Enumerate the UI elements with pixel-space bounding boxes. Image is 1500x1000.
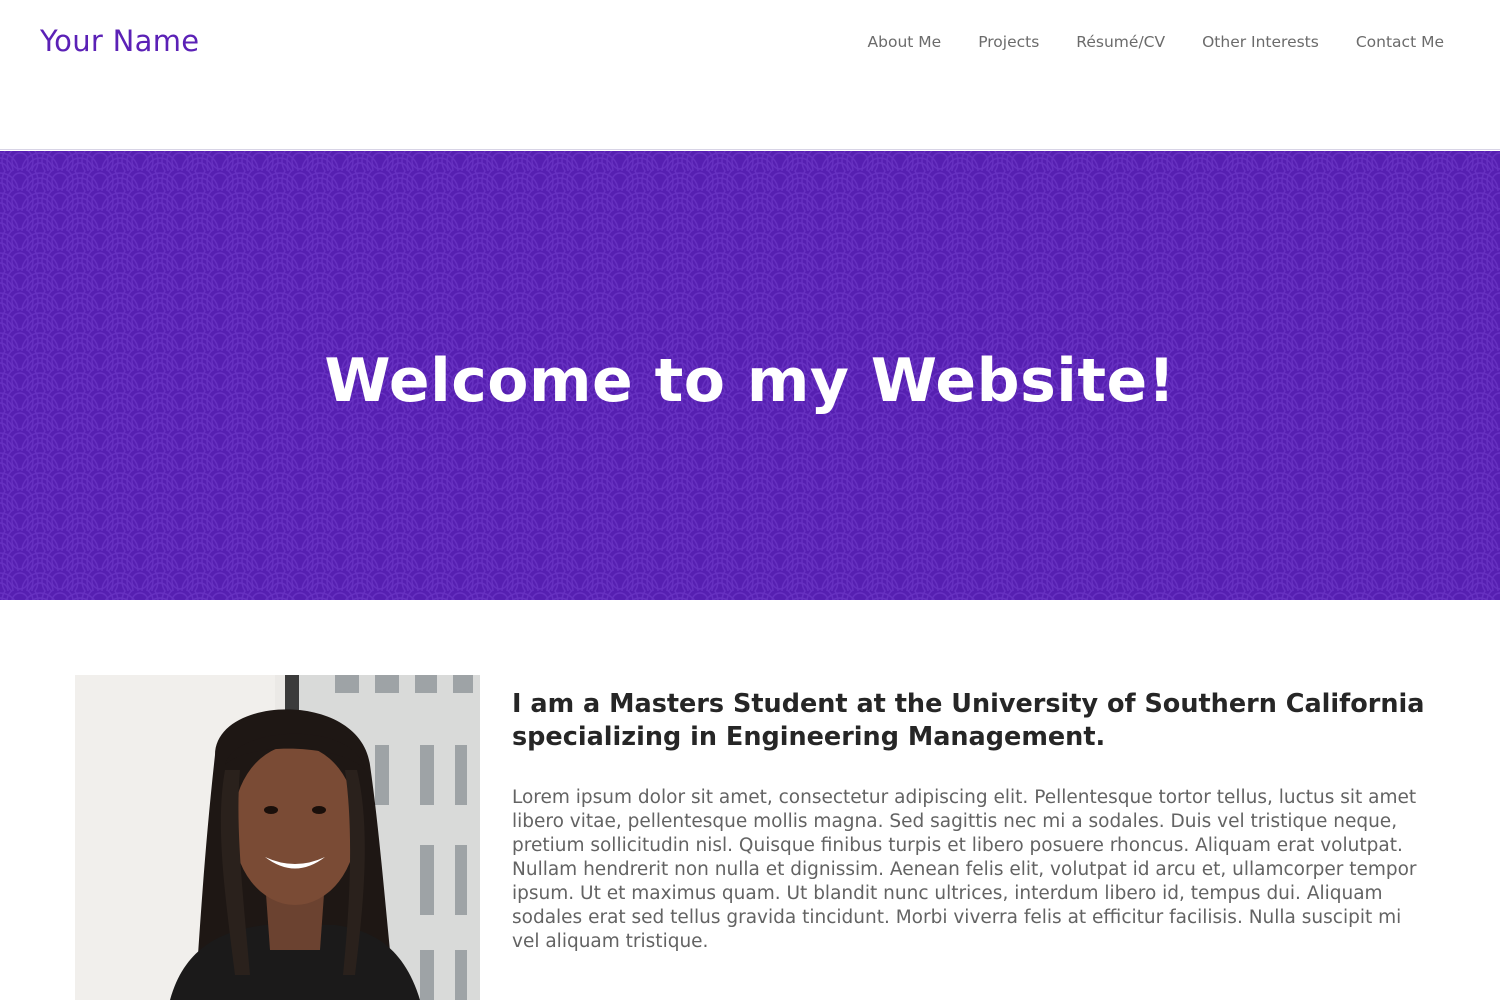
- nav-projects[interactable]: Projects: [978, 33, 1039, 51]
- site-header: Your Name About Me Projects Résumé/CV Ot…: [0, 0, 1500, 150]
- hero-banner: Welcome to my Website!: [0, 151, 1500, 600]
- about-heading: I am a Masters Student at the University…: [512, 689, 1425, 752]
- nav-contact-me[interactable]: Contact Me: [1356, 33, 1444, 51]
- nav-other-interests[interactable]: Other Interests: [1202, 33, 1319, 51]
- profile-photo: [75, 675, 480, 1000]
- hero-title: Welcome to my Website!: [324, 346, 1176, 417]
- brand-logo-link[interactable]: Your Name: [40, 24, 199, 58]
- nav-about-me[interactable]: About Me: [868, 33, 942, 51]
- nav-resume-cv[interactable]: Résumé/CV: [1076, 33, 1165, 51]
- main-nav: About Me Projects Résumé/CV Other Intere…: [868, 33, 1444, 51]
- about-body-text: Lorem ipsum dolor sit amet, consectetur …: [512, 787, 1417, 952]
- portrait-image: [75, 675, 480, 1000]
